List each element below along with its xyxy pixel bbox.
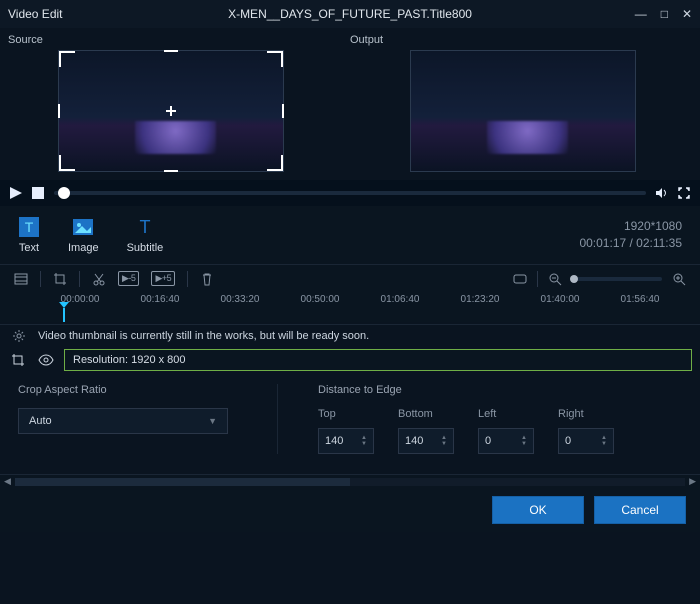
zoom-slider[interactable]	[572, 277, 662, 281]
maximize-button[interactable]: □	[661, 7, 668, 21]
app-title: Video Edit	[8, 7, 63, 21]
dist-left-input[interactable]: 0▲▼	[478, 428, 534, 454]
tool-image[interactable]: Image	[68, 216, 99, 254]
minimize-button[interactable]: —	[635, 7, 647, 21]
crop-center-cross[interactable]	[166, 106, 176, 116]
crop-panel: Crop Aspect Ratio Auto ▼ Distance to Edg…	[0, 374, 700, 474]
output-preview	[410, 50, 636, 172]
cancel-button[interactable]: Cancel	[594, 496, 686, 524]
notice-row: Video thumbnail is currently still in th…	[0, 324, 700, 346]
chevron-down-icon: ▼	[208, 416, 217, 426]
toolstrip: T Text Image T Subtitle 1920*1080 00:01:…	[0, 206, 700, 264]
stop-button[interactable]	[32, 187, 44, 199]
divider	[79, 271, 80, 287]
crop-handle-top[interactable]	[164, 50, 178, 52]
fit-icon[interactable]	[513, 272, 527, 286]
crop-handle-left[interactable]	[58, 104, 60, 118]
scroll-left-icon[interactable]: ◀	[4, 476, 11, 487]
zoom-thumb[interactable]	[570, 275, 578, 283]
svg-text:T: T	[25, 219, 34, 235]
tool-subtitle[interactable]: T Subtitle	[127, 216, 164, 254]
zoom-out-icon[interactable]	[548, 272, 562, 286]
dist-right-label: Right	[558, 408, 614, 420]
preview-row: Source Output	[0, 28, 700, 180]
dist-bottom-label: Bottom	[398, 408, 454, 420]
playhead[interactable]	[63, 308, 65, 322]
aspect-value: Auto	[29, 415, 52, 427]
divider	[537, 271, 538, 287]
image-icon	[72, 216, 94, 238]
ruler-tick: 01:40:00	[541, 294, 580, 305]
aspect-title: Crop Aspect Ratio	[18, 384, 267, 396]
footer: OK Cancel	[0, 488, 700, 532]
play-button[interactable]	[10, 187, 22, 199]
meta-time: 00:01:17 / 02:11:35	[579, 235, 682, 252]
ruler-tick: 00:16:40	[141, 294, 180, 305]
cut-icon[interactable]	[92, 272, 106, 286]
rollback-5-button[interactable]: ▶-5	[118, 271, 139, 286]
player-bar	[0, 180, 700, 206]
delete-icon[interactable]	[200, 272, 214, 286]
dist-top-label: Top	[318, 408, 374, 420]
svg-text:T: T	[139, 217, 150, 237]
dist-bottom-input[interactable]: 140▲▼	[398, 428, 454, 454]
text-icon: T	[18, 216, 40, 238]
tool-text-label: Text	[19, 242, 39, 254]
source-preview[interactable]	[58, 50, 284, 172]
aspect-ratio-select[interactable]: Auto ▼	[18, 408, 228, 434]
dist-right-input[interactable]: 0▲▼	[558, 428, 614, 454]
scroll-track[interactable]	[15, 478, 685, 486]
gear-icon[interactable]	[10, 329, 28, 343]
resolution-field[interactable]: Resolution: 1920 x 800	[64, 349, 692, 371]
document-title: X-MEN__DAYS_OF_FUTURE_PAST.Title800	[0, 7, 700, 21]
crop-handle-bottom[interactable]	[164, 170, 178, 172]
close-button[interactable]: ✕	[682, 7, 692, 21]
horizontal-scrollbar: ◀ ▶	[0, 474, 700, 488]
rollfwd-5-button[interactable]: ▶+5	[151, 271, 175, 286]
zoom-in-icon[interactable]	[672, 272, 686, 286]
film-icon[interactable]	[14, 272, 28, 286]
divider	[40, 271, 41, 287]
ok-button[interactable]: OK	[492, 496, 584, 524]
distance-title: Distance to Edge	[318, 384, 682, 396]
source-label: Source	[8, 32, 350, 50]
volume-icon[interactable]	[656, 187, 668, 199]
crop-icon[interactable]	[53, 272, 67, 286]
ruler-tick: 00:33:20	[221, 294, 260, 305]
eye-icon[interactable]	[36, 353, 56, 367]
fullscreen-icon[interactable]	[678, 187, 690, 199]
meta-resolution: 1920*1080	[579, 218, 682, 235]
tool-image-label: Image	[68, 242, 99, 254]
subtitle-icon: T	[134, 216, 156, 238]
resolution-row: Resolution: 1920 x 800	[0, 346, 700, 374]
tool-subtitle-label: Subtitle	[127, 242, 164, 254]
ruler-tick: 01:23:20	[461, 294, 500, 305]
notice-text: Video thumbnail is currently still in th…	[38, 330, 369, 342]
timeline-toolbar: ▶-5 ▶+5	[0, 264, 700, 292]
divider	[187, 271, 188, 287]
scroll-right-icon[interactable]: ▶	[689, 476, 696, 487]
tool-text[interactable]: T Text	[18, 216, 40, 254]
dist-top-input[interactable]: 140▲▼	[318, 428, 374, 454]
crop-handle-right[interactable]	[282, 104, 284, 118]
ruler-tick: 00:50:00	[301, 294, 340, 305]
output-label: Output	[350, 32, 692, 50]
crop-mode-icon[interactable]	[8, 353, 28, 367]
dist-left-label: Left	[478, 408, 534, 420]
crop-handle-tr[interactable]	[267, 51, 283, 67]
seek-bar[interactable]	[54, 191, 646, 195]
seek-thumb[interactable]	[58, 187, 70, 199]
crop-handle-tl[interactable]	[59, 51, 75, 67]
ruler-tick: 01:06:40	[381, 294, 420, 305]
titlebar: Video Edit X-MEN__DAYS_OF_FUTURE_PAST.Ti…	[0, 0, 700, 28]
crop-handle-br[interactable]	[267, 155, 283, 171]
scroll-thumb[interactable]	[15, 478, 350, 486]
ruler-tick: 01:56:40	[621, 294, 660, 305]
crop-handle-bl[interactable]	[59, 155, 75, 171]
timeline-ruler[interactable]: 00:00:00 00:16:40 00:33:20 00:50:00 01:0…	[0, 292, 700, 322]
